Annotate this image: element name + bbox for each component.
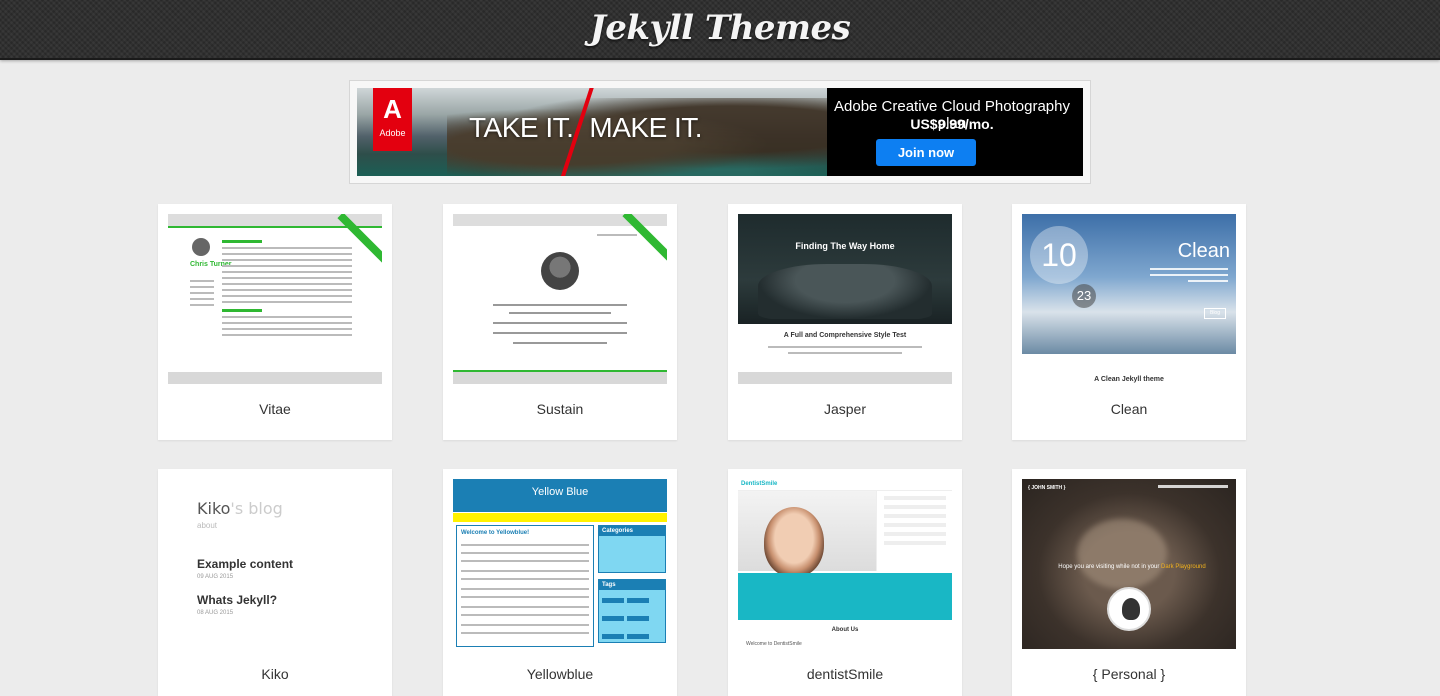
preview-nav: DentistSmile [738, 479, 952, 491]
preview-blog-button: Blog [1204, 308, 1226, 319]
preview-welcome: Welcome to DentistSmile [746, 641, 802, 647]
preview-logo: DentistSmile [741, 481, 778, 487]
preview-hero [738, 491, 876, 577]
preview-footer [168, 372, 382, 384]
preview-post: A Full and Comprehensive Style Test [738, 324, 952, 372]
preview-date: 23 [1072, 284, 1096, 308]
avatar [1107, 587, 1151, 631]
preview-post-date: 08 AUG 2015 [197, 610, 234, 616]
preview-title: Yellow Blue [531, 486, 589, 498]
octocat-icon [1122, 598, 1140, 620]
theme-thumbnail[interactable]: { JOHN SMITH } Hope you are visiting whi… [1022, 479, 1236, 649]
site-title[interactable]: Jekyll Themes [0, 8, 1440, 48]
theme-card-kiko[interactable]: Kiko's blog about Example content 09 AUG… [158, 469, 392, 696]
preview-title: Clean [1177, 240, 1230, 262]
theme-thumbnail[interactable] [453, 214, 667, 384]
preview-brand: Kiko's blog [197, 499, 283, 518]
theme-name[interactable]: Kiko [158, 666, 392, 682]
preview-post-title: Whats Jekyll? [197, 593, 278, 607]
preview-about: about [197, 521, 218, 530]
theme-name[interactable]: Yellowblue [443, 666, 677, 682]
preview-menu [453, 513, 667, 522]
theme-card-yellowblue[interactable]: Yellow Blue Welcome to Yellowblue! Categ… [443, 469, 677, 696]
preview-post-title: Welcome to Yellowblue! [461, 530, 530, 536]
typewriter-image [758, 264, 932, 319]
theme-card-dentistsmile[interactable]: DentistSmile About Us Welcome to Dentist… [728, 469, 962, 696]
smile-image [764, 507, 824, 577]
preview-tagline: Hope you are visiting while not in your … [1058, 564, 1206, 570]
theme-thumbnail[interactable]: DentistSmile About Us Welcome to Dentist… [738, 479, 952, 649]
ad-price: US$9.99/mo. [910, 116, 994, 132]
theme-name[interactable]: Sustain [443, 401, 677, 417]
theme-name[interactable]: Vitae [158, 401, 392, 417]
ad-creative[interactable]: A Adobe TAKE IT. MAKE IT. Adobe Creative … [357, 88, 1083, 176]
preview-page [453, 214, 667, 372]
preview-about: About Us [831, 627, 859, 633]
preview-header: Yellow Blue [453, 479, 667, 512]
theme-thumbnail[interactable]: Chris Turner [168, 214, 382, 384]
ad-banner[interactable]: A Adobe TAKE IT. MAKE IT. Adobe Creative … [349, 80, 1091, 184]
theme-name[interactable]: dentistSmile [728, 666, 962, 682]
preview-page: Chris Turner [168, 214, 382, 372]
preview-nav [1158, 485, 1228, 488]
avatar [541, 252, 579, 290]
preview-main: Welcome to Yellowblue! [456, 525, 594, 647]
theme-card-vitae[interactable]: Chris Turner Vitae [158, 204, 392, 440]
theme-thumbnail[interactable]: Kiko's blog about Example content 09 AUG… [168, 479, 382, 649]
theme-thumbnail[interactable]: 10 23 Clean Blog A Clean Jekyll theme [1022, 214, 1236, 384]
preview-categories: Categories [598, 525, 666, 573]
theme-card-personal[interactable]: { JOHN SMITH } Hope you are visiting whi… [1012, 469, 1246, 696]
theme-thumbnail[interactable]: Finding The Way Home A Full and Comprehe… [738, 214, 952, 384]
theme-name[interactable]: Jasper [728, 401, 962, 417]
preview-nav [597, 234, 637, 236]
preview-caption: A Clean Jekyll theme [1094, 376, 1164, 383]
theme-name[interactable]: { Personal } [1012, 666, 1246, 682]
theme-card-sustain[interactable]: Sustain [443, 204, 677, 440]
preview-post-title: Example content [197, 557, 294, 571]
preview-form [876, 491, 952, 571]
preview-footer [738, 372, 952, 384]
preview-content [222, 234, 352, 340]
preview-tags: Tags [598, 579, 666, 643]
preview-post-title: A Full and Comprehensive Style Test [783, 332, 907, 339]
theme-card-jasper[interactable]: Finding The Way Home A Full and Comprehe… [728, 204, 962, 440]
preview-hero: Finding The Way Home [738, 214, 952, 324]
ad-headline: TAKE IT. MAKE IT. [469, 112, 703, 143]
preview-day: 10 [1030, 226, 1088, 284]
preview-background-blob [1077, 519, 1167, 589]
theme-card-clean[interactable]: 10 23 Clean Blog A Clean Jekyll theme Cl… [1012, 204, 1246, 440]
preview-hero-title: Finding The Way Home [795, 241, 895, 251]
adobe-logo-icon: A Adobe [373, 88, 412, 151]
preview-sidebar [190, 280, 214, 310]
top-bar: Jekyll Themes [0, 0, 1440, 60]
theme-thumbnail[interactable]: Yellow Blue Welcome to Yellowblue! Categ… [453, 479, 667, 649]
preview-brand: { JOHN SMITH } [1028, 485, 1066, 491]
preview-post-date: 09 AUG 2015 [197, 574, 234, 580]
preview-hero: 10 23 Clean Blog [1022, 214, 1236, 354]
avatar [192, 238, 210, 256]
preview-info-bar [738, 573, 952, 620]
ribbon-icon [622, 214, 667, 266]
join-now-button[interactable]: Join now [876, 139, 976, 166]
theme-name[interactable]: Clean [1012, 401, 1246, 417]
preview-footer [453, 372, 667, 384]
